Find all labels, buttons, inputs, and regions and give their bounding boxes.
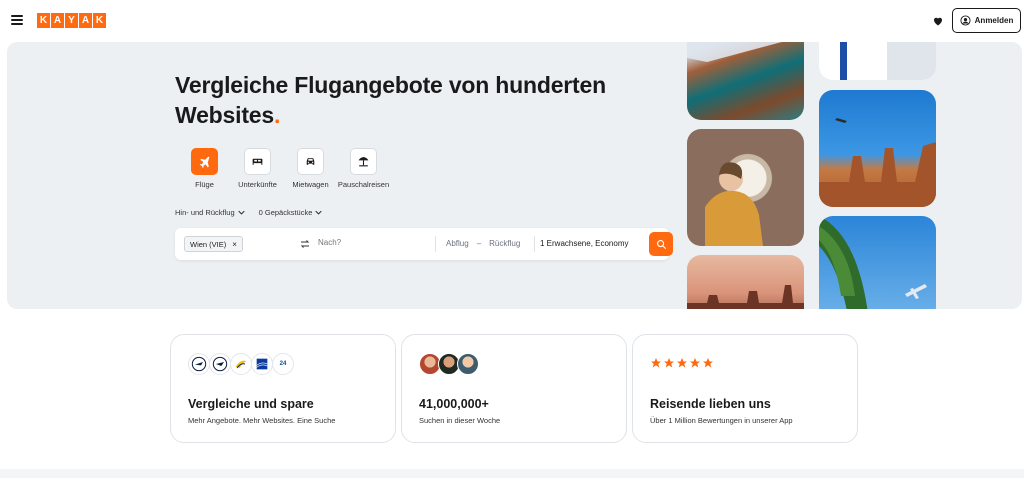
travelers-selector[interactable]: 1 Erwachsene, Economy	[540, 239, 629, 248]
kayak-logo[interactable]: K A Y A K	[37, 13, 106, 28]
beach-umbrella-icon	[358, 157, 369, 167]
origin-chip[interactable]: Wien (VIE) ×	[184, 236, 243, 252]
photo-palm-airplane	[819, 216, 936, 309]
title-dot: .	[273, 102, 281, 128]
page-title-text: Vergleiche Flugangebote von hunderten We…	[175, 72, 606, 128]
tab-flights[interactable]: Flüge	[179, 148, 230, 189]
avatar	[457, 353, 479, 375]
star-icon	[677, 358, 687, 368]
logo-letter: Y	[65, 13, 78, 28]
search-button[interactable]	[649, 232, 673, 256]
star-icon	[703, 358, 713, 368]
vertical-tabs: Flüge Unterkünfte Mietwagen Pauschalreis…	[179, 148, 391, 189]
lufthansa-logo-icon	[188, 353, 210, 375]
card-subtitle: Mehr Angebote. Mehr Websites. Eine Suche	[188, 416, 336, 425]
menu-icon[interactable]	[11, 15, 23, 25]
logo-letter: K	[93, 13, 106, 28]
car-icon	[306, 158, 315, 165]
bed-icon	[252, 158, 263, 165]
footer-band	[0, 469, 1024, 478]
tab-flights-icon-box	[191, 148, 218, 175]
star-icon	[651, 358, 661, 368]
card-title: Reisende lieben uns	[650, 397, 771, 411]
airline-logos: 24	[188, 353, 294, 375]
divider	[435, 236, 436, 252]
photo-desert-sunset	[687, 255, 804, 309]
divider	[534, 236, 535, 252]
tab-flights-label: Flüge	[195, 180, 214, 189]
card-title: 41,000,000+	[419, 397, 489, 411]
photo-child-window	[687, 129, 804, 246]
feature-card-compare: 24 Vergleiche und spare Mehr Angebote. M…	[170, 334, 396, 443]
signin-button[interactable]: Anmelden	[952, 8, 1021, 33]
signin-label: Anmelden	[974, 16, 1014, 25]
user-icon	[960, 15, 971, 26]
search-icon	[656, 239, 666, 249]
logo-letter: K	[37, 13, 50, 28]
hero-section: Vergleiche Flugangebote von hunderten We…	[7, 42, 1022, 309]
logo-letter: A	[79, 13, 92, 28]
trip-type-label: Hin- und Rückflug	[175, 208, 235, 217]
photo-canyon-aerial	[687, 42, 804, 120]
ryanair-logo-icon	[230, 353, 252, 375]
chevron-down-icon	[315, 210, 323, 215]
bags-dropdown[interactable]: 0 Gepäckstücke	[259, 208, 323, 217]
feature-card-reviews: Reisende lieben uns Über 1 Million Bewer…	[632, 334, 858, 443]
tab-cars-label: Mietwagen	[292, 180, 329, 189]
card-subtitle: Suchen in dieser Woche	[419, 416, 501, 425]
destination-input[interactable]	[318, 238, 436, 247]
star-rating	[650, 357, 714, 369]
tab-cars[interactable]: Mietwagen	[285, 148, 336, 189]
traveler-avatars	[419, 353, 479, 375]
plane-icon	[199, 156, 210, 168]
star-icon	[690, 358, 700, 368]
tab-stays[interactable]: Unterkünfte	[232, 148, 283, 189]
tab-cars-icon-box	[297, 148, 324, 175]
logo-letter: A	[51, 13, 64, 28]
tab-stays-label: Unterkünfte	[238, 180, 277, 189]
swap-icon[interactable]	[299, 238, 311, 250]
feature-card-searches: 41,000,000+ Suchen in dieser Woche	[401, 334, 627, 443]
date-dash: –	[476, 239, 482, 248]
date-fields: Abflug – Rückflug	[446, 239, 520, 248]
flight-search-form: Wien (VIE) × Abflug – Rückflug 1 Erwachs…	[175, 228, 673, 260]
return-date-field[interactable]: Rückflug	[489, 239, 520, 248]
chevron-down-icon	[237, 210, 245, 215]
top-bar: K A Y A K Anmelden	[0, 0, 1024, 42]
airline-24-logo-icon: 24	[272, 353, 294, 375]
austrian-logo-icon	[209, 353, 231, 375]
photo-blue-white-street	[819, 42, 936, 80]
depart-date-field[interactable]: Abflug	[446, 239, 469, 248]
trip-type-dropdown[interactable]: Hin- und Rückflug	[175, 208, 245, 217]
origin-chip-label: Wien (VIE)	[190, 239, 227, 249]
card-title: Vergleiche und spare	[188, 397, 314, 411]
close-icon[interactable]: ×	[232, 240, 237, 249]
bags-label: 0 Gepäckstücke	[258, 208, 313, 217]
search-options: Hin- und Rückflug 0 Gepäckstücke	[175, 208, 323, 217]
photo-monument-valley	[819, 90, 936, 207]
page-title: Vergleiche Flugangebote von hunderten We…	[175, 70, 665, 130]
card-subtitle: Über 1 Million Bewertungen in unserer Ap…	[650, 416, 793, 425]
tab-packages[interactable]: Pauschalreisen	[338, 148, 389, 189]
heart-icon[interactable]	[932, 15, 944, 27]
united-logo-icon	[251, 353, 273, 375]
star-icon	[664, 358, 674, 368]
tab-packages-label: Pauschalreisen	[337, 180, 390, 189]
tab-stays-icon-box	[244, 148, 271, 175]
tab-packages-icon-box	[350, 148, 377, 175]
